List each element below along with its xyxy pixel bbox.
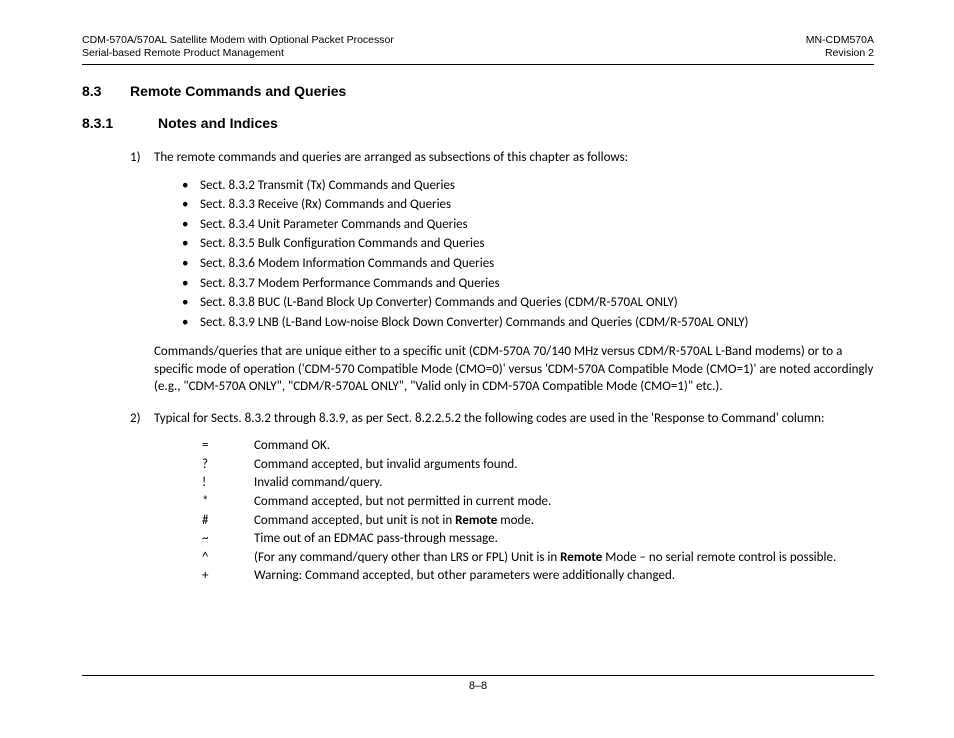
code-row: # Command accepted, but unit is not in R…	[202, 512, 874, 530]
list-item-2-label: 2)	[130, 410, 154, 428]
bullet-item: Sect. 8.3.5 Bulk Configuration Commands …	[182, 235, 874, 253]
code-row: ! Invalid command/query.	[202, 474, 874, 492]
list-item-1: 1) The remote commands and queries are a…	[130, 149, 874, 167]
header-right-line2: Revision 2	[825, 47, 874, 59]
bullet-item: Sect. 8.3.4 Unit Parameter Commands and …	[182, 216, 874, 234]
code-description: Command accepted, but unit is not in Rem…	[254, 512, 534, 530]
code-symbol: ~	[202, 530, 254, 548]
code-symbol: *	[202, 493, 254, 511]
code-symbol: ^	[202, 549, 254, 567]
code-description: Command OK.	[254, 437, 330, 455]
document-page: CDM-570A/570AL Satellite Modem with Opti…	[0, 0, 954, 738]
subsection-number: 8.3.1	[82, 115, 158, 131]
list-item-1-label: 1)	[130, 149, 154, 167]
bullet-item: Sect. 8.3.9 LNB (L-Band Low-noise Block …	[182, 314, 874, 332]
code-description: Command accepted, but not permitted in c…	[254, 493, 551, 511]
header-left-line1: CDM-570A/570AL Satellite Modem with Opti…	[82, 34, 394, 46]
section-heading: 8.3Remote Commands and Queries	[82, 83, 874, 99]
explanatory-paragraph: Commands/queries that are unique either …	[154, 343, 874, 396]
code-row: ? Command accepted, but invalid argument…	[202, 456, 874, 474]
response-codes-table: = Command OK. ? Command accepted, but in…	[202, 437, 874, 584]
code-row: = Command OK.	[202, 437, 874, 455]
page-number: 8–8	[469, 680, 487, 692]
bullet-item: Sect. 8.3.6 Modem Information Commands a…	[182, 255, 874, 273]
code-symbol: !	[202, 474, 254, 492]
header-left-line2: Serial-based Remote Product Management	[82, 47, 284, 59]
header-left: CDM-570A/570AL Satellite Modem with Opti…	[82, 34, 394, 60]
bullet-item: Sect. 8.3.7 Modem Performance Commands a…	[182, 275, 874, 293]
subsection-heading: 8.3.1Notes and Indices	[82, 115, 874, 131]
section-bullet-list: Sect. 8.3.2 Transmit (Tx) Commands and Q…	[82, 177, 874, 331]
code-description: Invalid command/query.	[254, 474, 383, 492]
code-row: ^ (For any command/query other than LRS …	[202, 549, 874, 567]
page-footer: 8–8	[82, 675, 874, 692]
list-item-1-text: The remote commands and queries are arra…	[154, 149, 874, 167]
header-right-line1: MN-CDM570A	[806, 34, 874, 46]
list-item-2: 2) Typical for Sects. 8.3.2 through 8.3.…	[130, 410, 874, 428]
code-description: (For any command/query other than LRS or…	[254, 549, 836, 567]
code-row: ~ Time out of an EDMAC pass-through mess…	[202, 530, 874, 548]
code-symbol: +	[202, 567, 254, 585]
list-item-2-text: Typical for Sects. 8.3.2 through 8.3.9, …	[154, 410, 874, 428]
bullet-item: Sect. 8.3.3 Receive (Rx) Commands and Qu…	[182, 196, 874, 214]
code-symbol: ?	[202, 456, 254, 474]
code-description: Warning: Command accepted, but other par…	[254, 567, 675, 585]
code-description: Command accepted, but invalid arguments …	[254, 456, 518, 474]
code-row: + Warning: Command accepted, but other p…	[202, 567, 874, 585]
section-number: 8.3	[82, 83, 130, 99]
subsection-title: Notes and Indices	[158, 115, 278, 131]
page-header: CDM-570A/570AL Satellite Modem with Opti…	[82, 34, 874, 65]
header-right: MN-CDM570A Revision 2	[806, 34, 874, 60]
code-symbol: #	[202, 512, 254, 530]
section-title: Remote Commands and Queries	[130, 83, 346, 99]
bullet-item: Sect. 8.3.2 Transmit (Tx) Commands and Q…	[182, 177, 874, 195]
body-content: 1) The remote commands and queries are a…	[82, 149, 874, 584]
code-symbol: =	[202, 437, 254, 455]
code-description: Time out of an EDMAC pass-through messag…	[254, 530, 498, 548]
bullet-item: Sect. 8.3.8 BUC (L-Band Block Up Convert…	[182, 294, 874, 312]
code-row: * Command accepted, but not permitted in…	[202, 493, 874, 511]
